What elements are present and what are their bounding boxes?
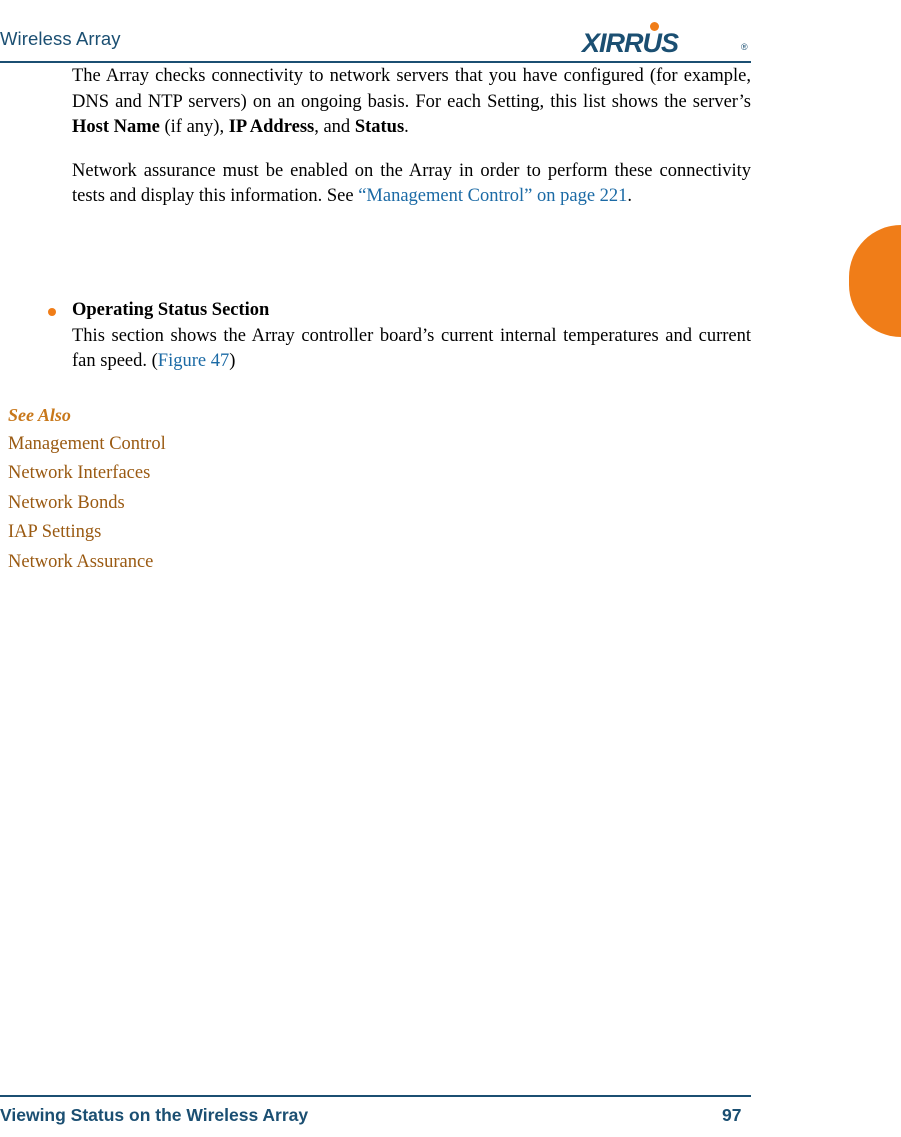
bullet-dot-icon	[48, 308, 56, 316]
paragraph-network-assurance: Network assurance must be enabled on the…	[72, 159, 751, 210]
logo-wordmark: XIRRUS	[582, 28, 679, 58]
xirrus-logo: XIRRUS ®	[582, 20, 752, 58]
see-also-link-management-control[interactable]: Management Control	[8, 430, 408, 459]
logo-registered-mark: ®	[741, 42, 748, 52]
page-header: Wireless Array XIRRUS ®	[0, 14, 901, 63]
see-also-link-network-bonds[interactable]: Network Bonds	[8, 489, 408, 518]
document-page: Wireless Array XIRRUS ® The Array checks…	[0, 0, 901, 1137]
footer-page-number: 97	[722, 1105, 742, 1125]
para1-text1: The Array checks connectivity to network…	[72, 66, 751, 112]
page-side-tab	[849, 225, 901, 337]
header-title: Wireless Array	[0, 28, 121, 49]
see-also-link-network-interfaces[interactable]: Network Interfaces	[8, 459, 408, 488]
bullet-heading: Operating Status Section	[72, 300, 270, 320]
para1-text3: , and	[314, 117, 355, 137]
see-also-link-network-assurance[interactable]: Network Assurance	[8, 548, 408, 577]
main-content: The Array checks connectivity to network…	[72, 64, 751, 210]
see-also-link-iap-settings[interactable]: IAP Settings	[8, 518, 408, 547]
para1-text2: (if any),	[159, 117, 229, 137]
footer-title: Viewing Status on the Wireless Array	[0, 1105, 309, 1125]
para1-bold-ip-address: IP Address	[228, 117, 315, 137]
bullet-operating-status: Operating Status Section This section sho…	[48, 298, 751, 375]
see-also-section: See Also Management Control Network Inte…	[8, 405, 408, 577]
bullet-body: Operating Status Section This section sho…	[72, 298, 751, 375]
para1-bold-host-name: Host Name	[72, 117, 160, 137]
link-management-control-page221[interactable]: “Management Control” on page 221	[358, 186, 627, 206]
para1-text4: .	[404, 117, 409, 137]
footer-divider	[0, 1095, 751, 1097]
para2-text2: .	[627, 186, 633, 206]
header-divider	[0, 61, 751, 63]
see-also-title: See Also	[8, 405, 71, 425]
para1-bold-status: Status	[354, 117, 405, 137]
link-figure-47[interactable]: Figure 47	[158, 351, 229, 371]
paragraph-connectivity: The Array checks connectivity to network…	[72, 64, 751, 141]
bullet-text2: )	[229, 351, 236, 371]
logo-dot-icon	[650, 22, 659, 31]
